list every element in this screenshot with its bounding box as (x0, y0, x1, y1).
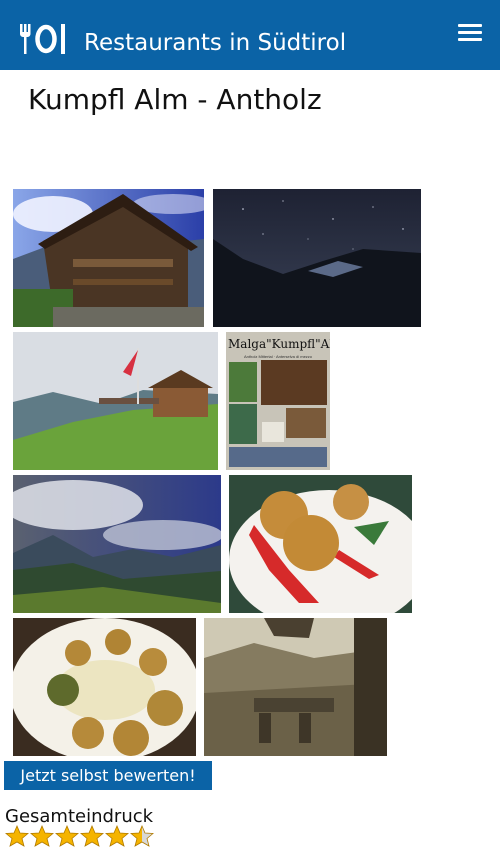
poster-subtitle: Antholz Mittertal · Anterselva di mezzo (243, 354, 313, 359)
overall-impression-heading: Gesamteindruck (5, 806, 154, 827)
star-full-icon (30, 825, 54, 847)
page-title: Kumpfl Alm - Antholz (28, 83, 322, 116)
restaurant-logo-icon[interactable] (20, 24, 68, 54)
star-full-icon (5, 825, 29, 847)
poster-title: Malga"Kumpfl"Alm (228, 337, 330, 351)
star-half-icon (130, 825, 154, 847)
star-full-icon (55, 825, 79, 847)
rate-now-button[interactable]: Jetzt selbst bewerten! (4, 761, 212, 790)
hamburger-menu-icon[interactable] (458, 24, 482, 44)
gallery-photo-meadow-hut[interactable] (13, 332, 218, 470)
star-full-icon (80, 825, 104, 847)
gallery-photo-night-sky[interactable] (213, 189, 421, 327)
gallery-photo-poster[interactable]: Malga"Kumpfl"Alm Antholz Mittertal · Ant… (226, 332, 330, 470)
gallery-photo-terrace[interactable] (204, 618, 387, 756)
gallery-photo-cloudy-valley[interactable] (13, 475, 221, 613)
star-full-icon (105, 825, 129, 847)
gallery-photo-dessert[interactable] (229, 475, 412, 613)
gallery-photo-canederli[interactable] (13, 618, 196, 756)
rating-stars (5, 825, 154, 847)
app-title: Restaurants in Südtirol (84, 30, 347, 56)
gallery-photo-alpine-hut[interactable] (13, 189, 204, 327)
app-header: Restaurants in Südtirol (0, 0, 500, 70)
